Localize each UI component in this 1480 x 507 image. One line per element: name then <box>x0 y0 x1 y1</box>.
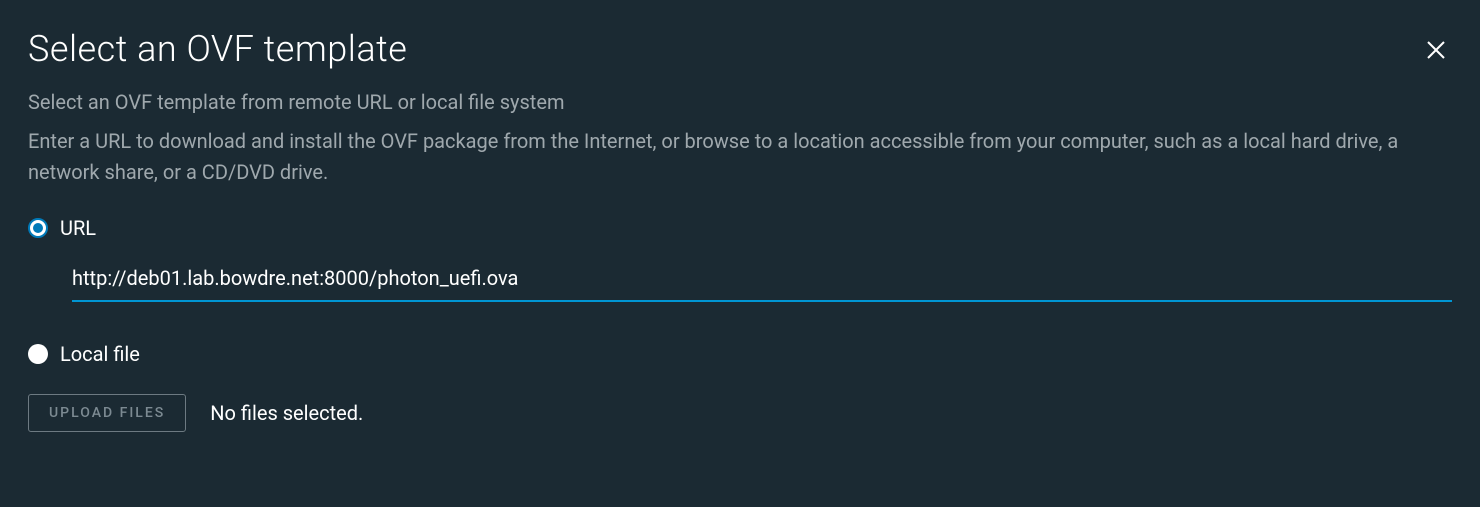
local-file-radio-label: Local file <box>60 342 140 366</box>
url-radio-label: URL <box>60 216 96 240</box>
dialog-description: Enter a URL to download and install the … <box>28 126 1452 188</box>
dialog-header: Select an OVF template <box>28 28 1452 70</box>
url-input-wrapper <box>72 258 1452 302</box>
upload-row: UPLOAD FILES No files selected. <box>28 394 1452 432</box>
local-file-radio[interactable] <box>28 344 48 364</box>
url-input[interactable] <box>72 258 1452 302</box>
dialog-title: Select an OVF template <box>28 28 407 70</box>
local-file-option-row: Local file <box>28 342 1452 366</box>
upload-status-text: No files selected. <box>210 401 363 425</box>
dialog-subtitle: Select an OVF template from remote URL o… <box>28 90 1452 114</box>
url-option-row: URL <box>28 216 1452 240</box>
close-button[interactable] <box>1420 34 1452 70</box>
radio-dot-icon <box>33 223 43 233</box>
url-radio[interactable] <box>28 218 48 238</box>
upload-files-button[interactable]: UPLOAD FILES <box>28 394 186 432</box>
close-icon <box>1424 38 1448 62</box>
